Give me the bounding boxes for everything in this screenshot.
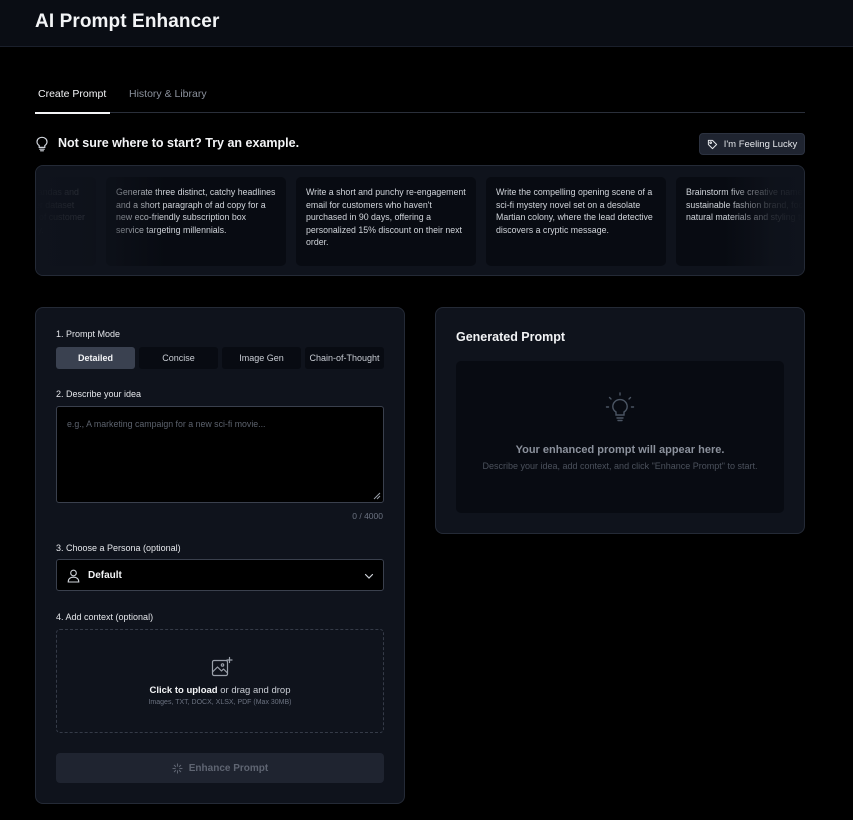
- upload-file-types: Images, TXT, DOCX, XLSX, PDF (Max 30MB): [148, 699, 292, 706]
- example-card-3[interactable]: Write a short and punchy re-engagement e…: [296, 177, 476, 266]
- mode-concise-button[interactable]: Concise: [139, 347, 218, 369]
- mode-chain-of-thought-button[interactable]: Chain-of-Thought: [305, 347, 384, 369]
- sparkle-icon: [172, 762, 183, 774]
- tag-icon: [707, 139, 717, 149]
- lightbulb-icon: [36, 136, 48, 152]
- example-card-text: Write a short and punchy re-engagement e…: [306, 187, 466, 248]
- idea-input[interactable]: e.g., A marketing campaign for a new sci…: [56, 406, 384, 503]
- mode-detailed-button[interactable]: Detailed: [56, 347, 135, 369]
- prompt-form-panel: 1. Prompt Mode Detailed Concise Image Ge…: [35, 307, 405, 804]
- file-upload-dropzone[interactable]: Click to upload or drag and drop Images,…: [56, 629, 384, 733]
- examples-header: Not sure where to start? Try an example.…: [35, 133, 805, 155]
- examples-heading: Not sure where to start? Try an example.: [58, 136, 300, 150]
- context-label: 4. Add context (optional): [56, 612, 154, 622]
- generated-prompt-panel: Generated Prompt Your enhanced prompt wi…: [435, 307, 805, 534]
- chevron-down-icon: [364, 573, 374, 579]
- image-add-icon: [211, 656, 233, 677]
- generated-prompt-output: Your enhanced prompt will appear here. D…: [456, 361, 784, 513]
- example-card-text: Write a Python script using pandas and m…: [35, 187, 85, 235]
- mode-image-gen-button[interactable]: Image Gen: [222, 347, 301, 369]
- feeling-lucky-button[interactable]: I'm Feeling Lucky: [699, 133, 805, 155]
- prompt-mode-label: 1. Prompt Mode: [56, 329, 121, 339]
- upload-rest-text: or drag and drop: [217, 685, 291, 696]
- feeling-lucky-label: I'm Feeling Lucky: [723, 138, 798, 150]
- resize-handle-icon[interactable]: [373, 492, 381, 500]
- person-icon: [67, 569, 80, 583]
- example-card-1[interactable]: Write a Python script using pandas and m…: [35, 177, 96, 266]
- example-card-text: Write the compelling opening scene of a …: [496, 187, 653, 235]
- idea-label: 2. Describe your idea: [56, 389, 142, 399]
- example-card-text: Brainstorm five creative names for a sus…: [686, 187, 805, 223]
- generated-prompt-title: Generated Prompt: [456, 330, 566, 344]
- output-placeholder-title: Your enhanced prompt will appear here.: [515, 444, 725, 456]
- top-bar: AI Prompt Enhancer: [0, 0, 853, 47]
- app-title: AI Prompt Enhancer: [35, 11, 220, 32]
- tab-bar: Create Prompt History & Library: [34, 80, 805, 114]
- tab-history-library[interactable]: History & Library: [129, 88, 207, 113]
- example-card-2[interactable]: Generate three distinct, catchy headline…: [106, 177, 286, 266]
- output-placeholder-subtitle: Describe your idea, add context, and cli…: [482, 461, 758, 471]
- lightbulb-icon: [605, 392, 635, 422]
- character-counter: 0 / 4000: [352, 511, 383, 521]
- upload-instruction: Click to upload or drag and drop: [57, 685, 383, 696]
- upload-link-text[interactable]: Click to upload: [150, 685, 218, 696]
- example-card-5[interactable]: Brainstorm five creative names for a sus…: [676, 177, 805, 266]
- enhance-prompt-label: Enhance Prompt: [188, 762, 269, 774]
- idea-placeholder: e.g., A marketing campaign for a new sci…: [67, 419, 266, 429]
- examples-carousel[interactable]: Write a Python script using pandas and m…: [35, 165, 805, 276]
- persona-selected-value: Default: [88, 570, 122, 581]
- persona-select[interactable]: Default: [56, 559, 384, 591]
- prompt-mode-selector: Detailed Concise Image Gen Chain-of-Thou…: [56, 347, 384, 369]
- persona-label: 3. Choose a Persona (optional): [56, 543, 181, 553]
- example-card-text: Generate three distinct, catchy headline…: [116, 187, 276, 235]
- tab-create-prompt[interactable]: Create Prompt: [34, 88, 111, 114]
- enhance-prompt-button[interactable]: Enhance Prompt: [56, 753, 384, 783]
- example-card-4[interactable]: Write the compelling opening scene of a …: [486, 177, 666, 266]
